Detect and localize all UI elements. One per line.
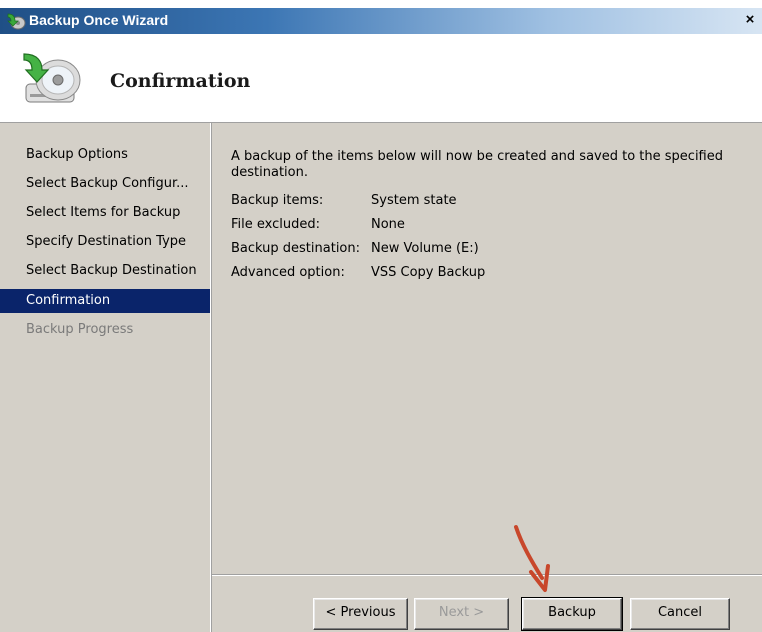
summary-label: Advanced option: (231, 265, 345, 280)
backup-once-wizard-window: Backup Once Wizard × Confirmation Backup… (0, 8, 762, 632)
previous-button[interactable]: < Previous (313, 598, 408, 630)
nav-step-backup-progress: Backup Progress (26, 322, 134, 337)
summary-label: Backup destination: (231, 241, 361, 256)
close-button[interactable]: × (742, 11, 758, 29)
wizard-step-list: Backup Options Select Backup Configur...… (0, 123, 211, 632)
close-icon: × (745, 11, 755, 28)
title-bar[interactable]: Backup Once Wizard × (0, 8, 762, 34)
wizard-header: Confirmation (0, 34, 762, 123)
next-button: Next > (414, 598, 509, 630)
summary-value: New Volume (E:) (371, 241, 479, 256)
summary-label: Backup items: (231, 193, 324, 208)
summary-value: VSS Copy Backup (371, 265, 486, 280)
page-title: Confirmation (110, 70, 251, 92)
footer-divider (212, 574, 762, 576)
nav-step-specify-destination-type[interactable]: Specify Destination Type (0, 230, 210, 254)
nav-step-select-backup-destination[interactable]: Select Backup Destination (0, 259, 210, 283)
backup-disc-icon (23, 53, 81, 103)
summary-value: None (371, 217, 405, 232)
nav-step-backup-options[interactable]: Backup Options (0, 143, 210, 167)
nav-step-select-items-for-backup[interactable]: Select Items for Backup (0, 201, 210, 225)
summary-label: File excluded: (231, 217, 321, 232)
nav-step-select-backup-configuration[interactable]: Select Backup Configur... (0, 172, 210, 196)
confirmation-intro-text: A backup of the items below will now be … (231, 149, 723, 180)
backup-wizard-icon (7, 13, 26, 30)
nav-step-confirmation[interactable]: Confirmation (0, 289, 210, 313)
wizard-content: A backup of the items below will now be … (212, 123, 762, 632)
summary-value: System state (371, 193, 457, 208)
cancel-button[interactable]: Cancel (630, 598, 730, 630)
window-title: Backup Once Wizard (29, 12, 169, 28)
backup-button[interactable]: Backup (521, 597, 623, 631)
